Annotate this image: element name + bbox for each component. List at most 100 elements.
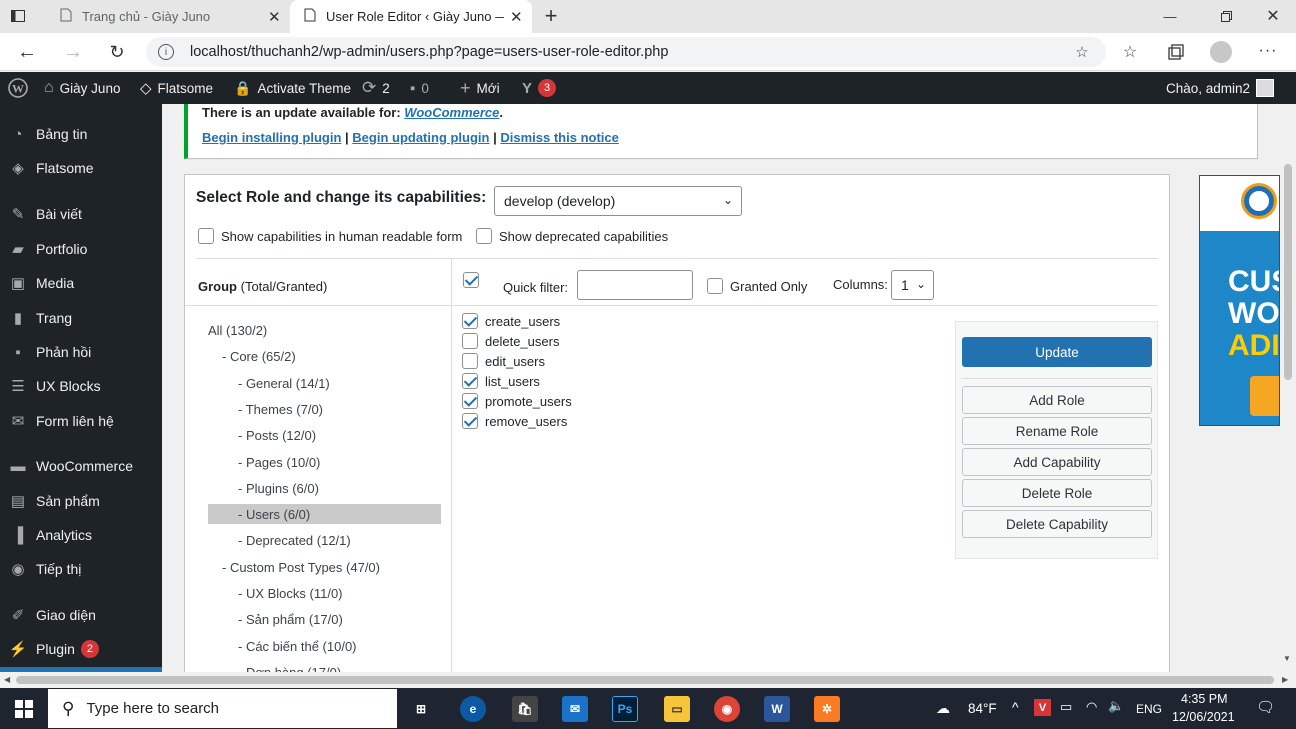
sidebar-item-bảng-tin[interactable]: ◔ Bảng tin — [0, 117, 162, 151]
group-item[interactable]: - Các biến thể (10/0) — [238, 639, 357, 654]
delete-capability-button[interactable]: Delete Capability — [962, 510, 1152, 538]
human-readable-checkbox[interactable] — [198, 228, 214, 244]
tab-home[interactable]: Trang chủ - Giày Juno ✕ — [46, 0, 290, 33]
site-name-link[interactable]: ⌂ Giày Juno — [44, 72, 120, 104]
group-item[interactable]: - Custom Post Types (47/0) — [222, 560, 380, 575]
sidebar-item-media[interactable]: ▣ Media — [0, 266, 162, 300]
file-explorer-icon[interactable]: ▭ — [664, 696, 690, 722]
more-menu-icon[interactable]: ··· — [1258, 41, 1278, 61]
group-item[interactable]: All (130/2) — [208, 323, 267, 338]
scroll-down-icon[interactable]: ▼ — [1283, 654, 1291, 663]
group-item[interactable]: - UX Blocks (11/0) — [238, 586, 343, 601]
role-select[interactable]: develop (develop) ⌄ — [494, 186, 742, 216]
flatsome-menu[interactable]: ◇ Flatsome — [140, 72, 213, 104]
word-icon[interactable]: W — [764, 696, 790, 722]
sidebar-item-phản-hồi[interactable]: ▪ Phản hồi — [0, 335, 162, 369]
new-content-link[interactable]: + Mới — [460, 72, 500, 104]
group-item[interactable]: - Pages (10/0) — [238, 455, 320, 470]
sidebar-item-trang[interactable]: ▮ Trang — [0, 301, 162, 335]
group-item[interactable]: - Đơn hàng (17/0) — [238, 665, 341, 672]
capability-checkbox[interactable] — [462, 413, 478, 429]
chrome-icon[interactable]: ◉ — [714, 696, 740, 722]
granted-only-option[interactable]: Granted Only — [707, 278, 807, 294]
language-indicator[interactable]: ENG — [1136, 702, 1162, 716]
scroll-thumb[interactable] — [1284, 164, 1292, 380]
windows-start-icon[interactable] — [14, 699, 34, 719]
taskbar-search[interactable]: ⚲ Type here to search — [48, 689, 397, 728]
close-icon[interactable]: ✕ — [268, 8, 281, 26]
deprecated-checkbox[interactable] — [476, 228, 492, 244]
group-item[interactable]: - Themes (7/0) — [238, 402, 323, 417]
add-role-button[interactable]: Add Role — [962, 386, 1152, 414]
edge-icon[interactable]: e — [460, 696, 486, 722]
antivirus-icon[interactable]: V — [1034, 699, 1051, 716]
store-icon[interactable]: 🛍 — [512, 696, 538, 722]
my-account-link[interactable]: Chào, admin2 — [1166, 72, 1275, 104]
scroll-left-icon[interactable]: ◀ — [4, 675, 10, 684]
capability-row[interactable]: create_users — [462, 313, 560, 329]
forward-icon[interactable]: → — [62, 41, 84, 63]
photoshop-icon[interactable]: Ps — [612, 696, 638, 722]
close-icon[interactable]: ✕ — [510, 8, 523, 26]
quick-filter-input[interactable] — [577, 270, 693, 300]
sidebar-item-tiếp-thị[interactable]: ◉ Tiếp thị — [0, 552, 162, 586]
task-view-icon[interactable]: ⊞ — [408, 696, 434, 722]
columns-select[interactable]: 1 ⌄ — [891, 270, 934, 300]
delete-role-button[interactable]: Delete Role — [962, 479, 1152, 507]
capability-row[interactable]: delete_users — [462, 333, 559, 349]
collections-icon[interactable] — [1166, 42, 1186, 62]
yoast-menu[interactable]: Y 3 — [522, 72, 557, 104]
battery-icon[interactable]: ▭ — [1060, 699, 1072, 715]
sidebar-item-ux-blocks[interactable]: ☰ UX Blocks — [0, 369, 162, 403]
mail-app-icon[interactable]: ✉ — [562, 696, 588, 722]
group-item[interactable]: - Posts (12/0) — [238, 428, 316, 443]
sidebar-item-bài-viết[interactable]: ✎ Bài viết — [0, 197, 162, 231]
add-capability-button[interactable]: Add Capability — [962, 448, 1152, 476]
granted-only-checkbox[interactable] — [707, 278, 723, 294]
capability-checkbox[interactable] — [462, 393, 478, 409]
group-item[interactable]: - Sản phẩm (17/0) — [238, 612, 343, 627]
begin-updating-link[interactable]: Begin updating plugin — [352, 130, 489, 145]
capability-checkbox[interactable] — [462, 333, 478, 349]
capability-row[interactable]: remove_users — [462, 413, 567, 429]
xampp-icon[interactable]: ✲ — [814, 696, 840, 722]
notifications-icon[interactable]: 🗨 — [1256, 698, 1275, 716]
back-icon[interactable]: ← — [16, 41, 38, 63]
reload-icon[interactable]: ↻ — [106, 41, 128, 63]
deprecated-option[interactable]: Show deprecated capabilities — [476, 228, 668, 244]
sidebar-item-woocommerce[interactable]: ▬ WooCommerce — [0, 449, 162, 483]
scroll-thumb[interactable] — [16, 676, 1274, 684]
select-all-checkbox[interactable] — [463, 271, 479, 288]
sidebar-item-flatsome[interactable]: ◈ Flatsome — [0, 151, 162, 185]
sidebar-item-form-liên-hệ[interactable]: ✉ Form liên hệ — [0, 404, 162, 438]
sidebar-item-analytics[interactable]: ▐ Analytics — [0, 518, 162, 552]
sidebar-item-portfolio[interactable]: ▰ Portfolio — [0, 232, 162, 266]
human-readable-option[interactable]: Show capabilities in human readable form — [198, 228, 462, 244]
group-item[interactable]: - Deprecated (12/1) — [238, 533, 351, 548]
info-icon[interactable]: i — [158, 44, 174, 60]
new-tab-icon[interactable]: + — [540, 3, 562, 28]
capability-checkbox[interactable] — [462, 373, 478, 389]
capability-row[interactable]: list_users — [462, 373, 540, 389]
tab-user-role-editor[interactable]: User Role Editor ‹ Giày Juno — WordPress… — [290, 0, 532, 33]
comments-link[interactable]: ▪ 0 — [410, 72, 429, 104]
capability-row[interactable]: promote_users — [462, 393, 572, 409]
woocommerce-link[interactable]: WooCommerce — [404, 105, 499, 120]
profile-avatar-icon[interactable] — [1210, 41, 1232, 63]
minimize-icon[interactable]: — — [1160, 6, 1180, 26]
favorite-star-icon[interactable]: ☆ — [1072, 42, 1092, 62]
group-item[interactable]: - Users (6/0) — [238, 507, 310, 522]
rename-role-button[interactable]: Rename Role — [962, 417, 1152, 445]
scroll-right-icon[interactable]: ▶ — [1282, 675, 1288, 684]
url-field[interactable]: i localhost/thuchanh2/wp-admin/users.php… — [146, 37, 1106, 67]
vertical-scrollbar[interactable]: ▼ — [1280, 104, 1296, 672]
activate-theme-link[interactable]: 🔒 Activate Theme — [234, 72, 351, 104]
begin-installing-link[interactable]: Begin installing plugin — [202, 130, 341, 145]
updates-link[interactable]: ⟳ 2 — [362, 72, 390, 104]
window-close-icon[interactable]: ✕ — [1262, 5, 1284, 27]
group-item[interactable]: - General (14/1) — [238, 376, 330, 391]
group-item[interactable]: - Core (65/2) — [222, 349, 296, 364]
promo-banner[interactable]: CUS WO ADI — [1199, 175, 1280, 426]
horizontal-scrollbar[interactable]: ◀ ▶ — [0, 672, 1296, 688]
favorites-icon[interactable]: ☆ — [1120, 42, 1140, 62]
